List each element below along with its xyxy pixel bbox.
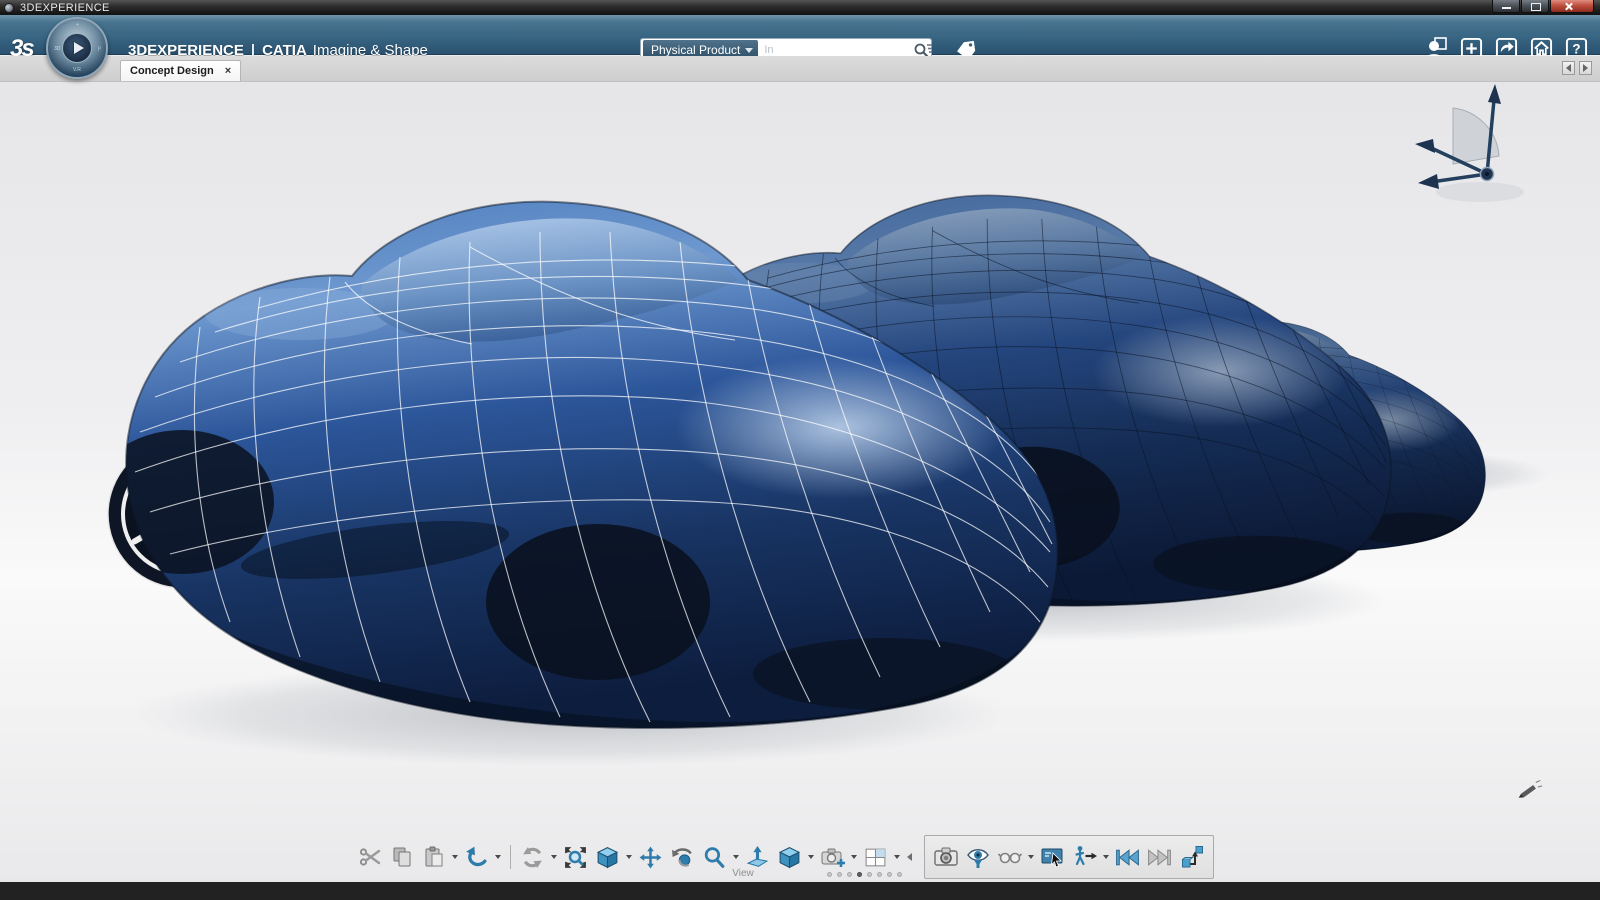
- undo-history-caret[interactable]: [494, 839, 503, 875]
- appbar: 3s 3DEXPERIENCE | CATIA Imagine & Shape …: [0, 15, 1600, 55]
- chevron-left-icon: [907, 853, 912, 861]
- tab-scroll-right-button[interactable]: [1579, 61, 1592, 75]
- 3dexperience-compass[interactable]: + 3D |² V.R: [46, 17, 108, 79]
- fit-all-in-button[interactable]: [561, 839, 591, 875]
- swap-space-icon: [1179, 844, 1205, 870]
- pager-dot[interactable]: [877, 872, 882, 877]
- swap-visible-space-button[interactable]: [1177, 839, 1207, 875]
- undo-button[interactable]: [462, 839, 492, 875]
- capture-options-caret[interactable]: [850, 839, 859, 875]
- paste-options-caret[interactable]: [451, 839, 460, 875]
- action-bar-section-label: View: [722, 868, 764, 879]
- copy-button[interactable]: [387, 839, 417, 875]
- multi-view-icon: [863, 845, 888, 870]
- view-modes-button[interactable]: [995, 839, 1025, 875]
- multi-view-button[interactable]: [861, 839, 891, 875]
- tab-bar: Concept Design ×: [0, 56, 1600, 82]
- rotate-button[interactable]: [668, 839, 698, 875]
- section-pager: [827, 872, 902, 877]
- app-icon: [4, 3, 14, 13]
- tab-label: Concept Design: [130, 65, 214, 77]
- rewind-icon: [1114, 844, 1141, 871]
- view-cube-caret[interactable]: [625, 839, 634, 875]
- normal-view-icon: [745, 845, 770, 870]
- view-tools-group: [924, 835, 1214, 879]
- fast-forward-icon: [1146, 844, 1173, 871]
- toolbar-separator: [510, 845, 511, 869]
- screen-pointer-button[interactable]: [1038, 839, 1068, 875]
- application-window: 3DEXPERIENCE 3s 3DEXPERIENCE | CATIA Ima…: [0, 0, 1600, 882]
- scissors-icon: [358, 845, 382, 869]
- close-button[interactable]: [1550, 0, 1594, 13]
- eye-filter-icon: [965, 844, 991, 870]
- glasses-icon: [997, 844, 1023, 870]
- view-cube-button[interactable]: [593, 839, 623, 875]
- cut-button[interactable]: [355, 839, 385, 875]
- capture-button[interactable]: [818, 839, 848, 875]
- tab-close-icon[interactable]: ×: [225, 66, 231, 77]
- paste-button[interactable]: [419, 839, 449, 875]
- restore-button[interactable]: [1521, 0, 1549, 13]
- pager-dot[interactable]: [827, 872, 832, 877]
- view-modes-caret[interactable]: [1027, 839, 1036, 875]
- walk-through-caret[interactable]: [1102, 839, 1111, 875]
- camera-snapshot-button[interactable]: [931, 839, 961, 875]
- paste-icon: [422, 845, 446, 869]
- capture-icon: [820, 844, 846, 870]
- walking-person-icon: [1072, 844, 1098, 870]
- pager-dot[interactable]: [887, 872, 892, 877]
- rotate-icon: [670, 845, 695, 870]
- copy-icon: [390, 845, 414, 869]
- iso-view-caret[interactable]: [807, 839, 816, 875]
- cube-icon: [595, 845, 620, 870]
- screen-pointer-icon: [1040, 844, 1066, 870]
- update-button[interactable]: [518, 839, 548, 875]
- svg-text:?: ?: [1572, 41, 1580, 56]
- iso-cube-icon: [777, 845, 802, 870]
- update-options-caret[interactable]: [550, 839, 559, 875]
- next-view-button[interactable]: [1145, 839, 1175, 875]
- pager-dot[interactable]: [847, 872, 852, 877]
- pan-icon: [638, 845, 663, 870]
- camera-icon: [933, 844, 959, 870]
- window-title: 3DEXPERIENCE: [20, 2, 110, 14]
- tab-scroll-left-button[interactable]: [1562, 61, 1575, 75]
- pager-dot[interactable]: [857, 872, 862, 877]
- undo-icon: [464, 845, 489, 870]
- triad-shadow: [1436, 182, 1524, 202]
- minimize-button[interactable]: [1492, 0, 1520, 13]
- pager-dot[interactable]: [867, 872, 872, 877]
- previous-view-button[interactable]: [1113, 839, 1143, 875]
- refresh-icon: [520, 845, 545, 870]
- zoom-icon: [702, 845, 727, 870]
- pager-dot[interactable]: [837, 872, 842, 877]
- iso-view-button[interactable]: [775, 839, 805, 875]
- 3d-viewport[interactable]: [0, 82, 1600, 882]
- pan-button[interactable]: [636, 839, 666, 875]
- pager-dot[interactable]: [897, 872, 902, 877]
- hide-show-button[interactable]: [963, 839, 993, 875]
- tab-concept-design[interactable]: Concept Design ×: [120, 60, 241, 81]
- multi-view-caret[interactable]: [893, 839, 902, 875]
- os-titlebar[interactable]: 3DEXPERIENCE: [0, 0, 1600, 15]
- play-icon: [74, 42, 84, 54]
- compass-play-button[interactable]: [62, 33, 92, 63]
- fit-all-in-icon: [563, 845, 588, 870]
- walk-through-button[interactable]: [1070, 839, 1100, 875]
- collapse-group-button[interactable]: [904, 839, 916, 875]
